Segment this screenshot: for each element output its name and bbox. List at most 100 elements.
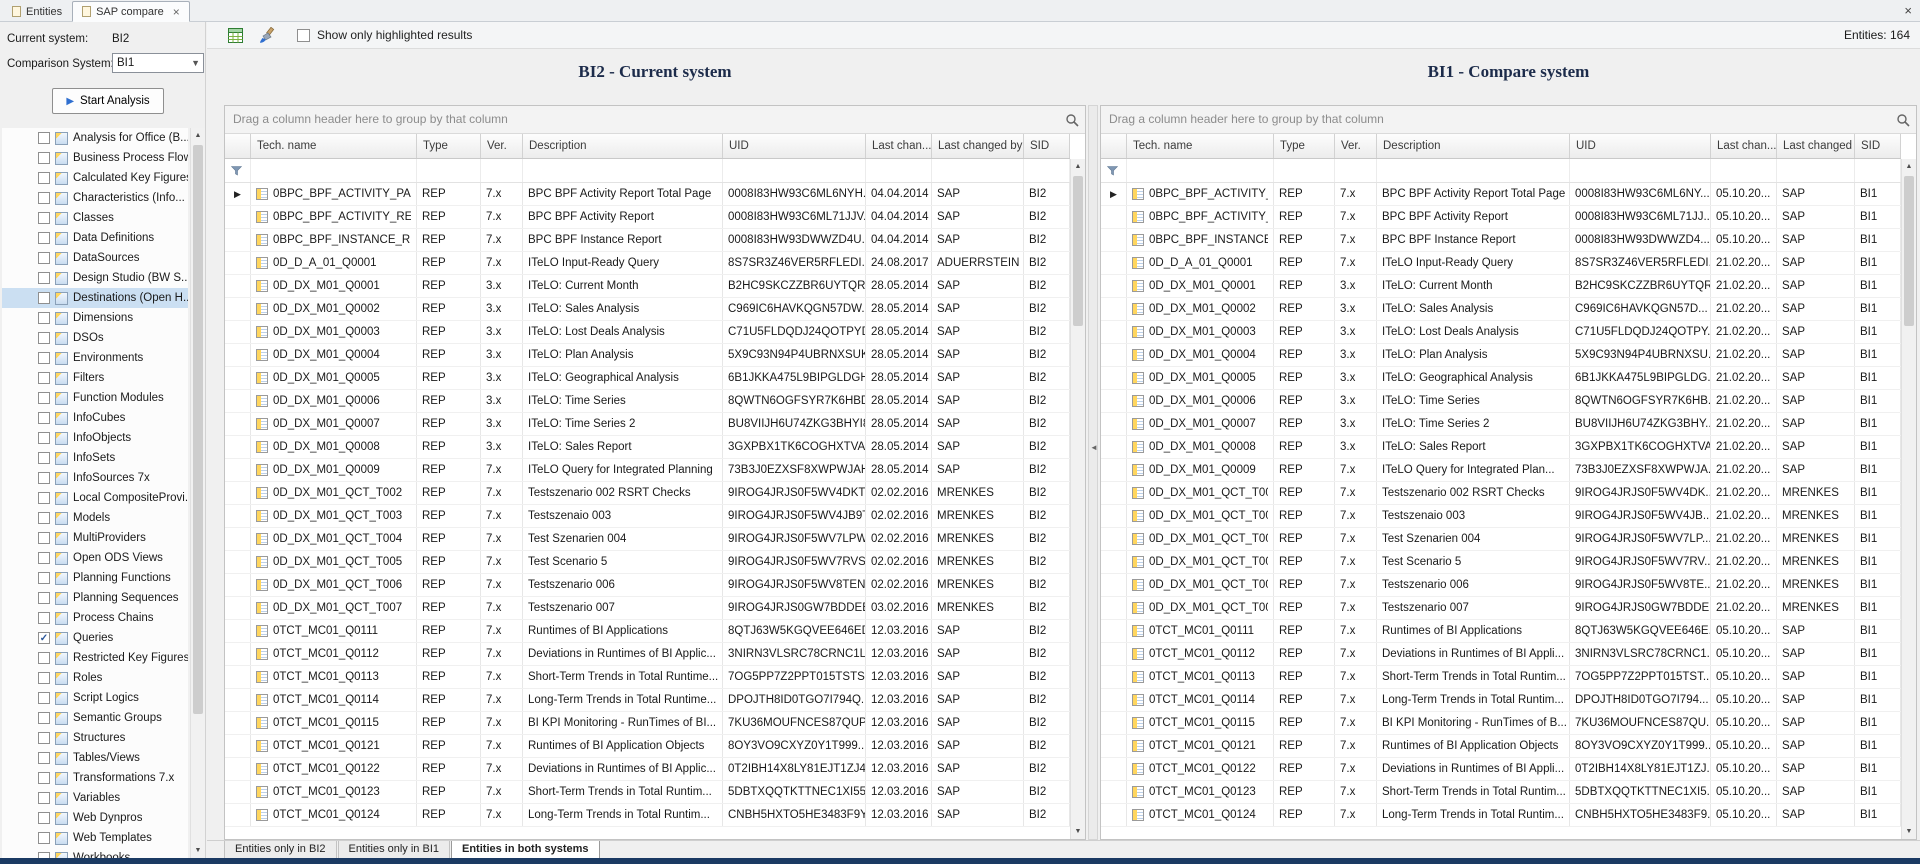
collapse-arrow-icon[interactable]: ◄	[1090, 443, 1098, 452]
table-row[interactable]: 0D_DX_M01_QCT_T007REP7.xTestszenario 007…	[225, 597, 1070, 620]
scroll-up-icon[interactable]: ▲	[1902, 159, 1916, 174]
tree-item-web-dynpros[interactable]: Web Dynpros	[2, 808, 188, 828]
table-row[interactable]: 0D_DX_M01_QCT_T005REP7.xTest Scenario 59…	[225, 551, 1070, 574]
tree-item-queries[interactable]: ✓Queries	[2, 628, 188, 648]
filter-cell[interactable]	[723, 159, 866, 182]
tree-item-variables[interactable]: Variables	[2, 788, 188, 808]
table-row[interactable]: 0D_DX_M01_QCT_T005REP7.xTest Scenario 59…	[1101, 551, 1901, 574]
tree-item-characteristics-info[interactable]: Characteristics (Info...	[2, 188, 188, 208]
tree-item-workbooks[interactable]: Workbooks	[2, 848, 188, 858]
checkbox[interactable]	[38, 192, 50, 204]
table-row[interactable]: 0TCT_MC01_Q0115REP7.xBI KPI Monitoring -…	[225, 712, 1070, 735]
tab-entities[interactable]: Entities	[2, 1, 72, 22]
tree-item-planning-sequences[interactable]: Planning Sequences	[2, 588, 188, 608]
scroll-up-icon[interactable]: ▲	[1071, 159, 1085, 174]
checkbox[interactable]	[38, 452, 50, 464]
show-only-highlighted-checkbox[interactable]	[297, 29, 310, 42]
table-row[interactable]: 0D_DX_M01_QCT_T003REP7.xTestszenaio 0039…	[1101, 505, 1901, 528]
tab-entities-only-in-bi2[interactable]: Entities only in BI2	[224, 841, 337, 859]
checkbox[interactable]	[38, 392, 50, 404]
table-row[interactable]: 0TCT_MC01_Q0121REP7.xRuntimes of BI Appl…	[1101, 735, 1901, 758]
filter-cell[interactable]	[1024, 159, 1070, 182]
column-header-ver[interactable]: Ver.	[481, 134, 523, 158]
checkbox[interactable]	[38, 752, 50, 764]
scroll-down-icon[interactable]: ▼	[191, 843, 205, 858]
tab-entities-in-both-systems[interactable]: Entities in both systems	[451, 841, 600, 859]
checkbox[interactable]	[38, 212, 50, 224]
checkbox[interactable]	[38, 312, 50, 324]
table-row[interactable]: 0D_DX_M01_Q0008REP3.xITeLO: Sales Report…	[1101, 436, 1901, 459]
column-header-tech-name[interactable]: Tech. name	[1127, 134, 1274, 158]
table-row[interactable]: 0D_DX_M01_Q0003REP3.xITeLO: Lost Deals A…	[1101, 321, 1901, 344]
table-row[interactable]: 0D_DX_M01_QCT_T006REP7.xTestszenario 006…	[225, 574, 1070, 597]
filter-cell[interactable]	[1570, 159, 1711, 182]
table-row[interactable]: 0TCT_MC01_Q0121REP7.xRuntimes of BI Appl…	[225, 735, 1070, 758]
checkbox[interactable]	[38, 232, 50, 244]
tree-item-infoobjects[interactable]: InfoObjects	[2, 428, 188, 448]
filter-cell[interactable]	[1777, 159, 1855, 182]
close-icon[interactable]: ×	[173, 5, 180, 19]
filter-cell[interactable]	[1855, 159, 1901, 182]
tree-item-local-compositeprovi[interactable]: Local CompositeProvi...	[2, 488, 188, 508]
table-row[interactable]: 0D_DX_M01_QCT_T004REP7.xTest Szenarien 0…	[1101, 528, 1901, 551]
table-row[interactable]: 0D_DX_M01_Q0009REP7.xITeLO Query for Int…	[225, 459, 1070, 482]
table-row[interactable]: 0TCT_MC01_Q0113REP7.xShort-Term Trends i…	[225, 666, 1070, 689]
export-icon[interactable]	[227, 27, 244, 44]
column-header-uid[interactable]: UID	[723, 134, 866, 158]
highlight-brush-icon[interactable]	[259, 27, 276, 44]
checkbox[interactable]	[38, 292, 50, 304]
table-row[interactable]: 0TCT_MC01_Q0123REP7.xShort-Term Trends i…	[225, 781, 1070, 804]
checkbox[interactable]	[38, 492, 50, 504]
checkbox[interactable]	[38, 672, 50, 684]
column-header-type[interactable]: Type	[1274, 134, 1335, 158]
table-row[interactable]: 0BPC_BPF_INSTANCE_...REP7.xBPC BPF Insta…	[1101, 229, 1901, 252]
column-header-uid[interactable]: UID	[1570, 134, 1711, 158]
checkbox[interactable]	[38, 732, 50, 744]
table-row[interactable]: 0TCT_MC01_Q0114REP7.xLong-Term Trends in…	[225, 689, 1070, 712]
tree-item-calculated-key-figures[interactable]: Calculated Key Figures	[2, 168, 188, 188]
filter-cell[interactable]	[523, 159, 723, 182]
tree-item-infosources-7x[interactable]: InfoSources 7x	[2, 468, 188, 488]
checkbox[interactable]	[38, 332, 50, 344]
filter-cell[interactable]	[1377, 159, 1570, 182]
filter-cell[interactable]	[251, 159, 417, 182]
checkbox[interactable]	[38, 132, 50, 144]
tree-item-semantic-groups[interactable]: Semantic Groups	[2, 708, 188, 728]
tree-item-restricted-key-figures[interactable]: Restricted Key Figures	[2, 648, 188, 668]
tree-item-business-process-flows[interactable]: Business Process Flows	[2, 148, 188, 168]
checkbox[interactable]	[38, 372, 50, 384]
tab-sap-compare[interactable]: SAP compare×	[72, 1, 190, 22]
table-row[interactable]: 0TCT_MC01_Q0114REP7.xLong-Term Trends in…	[1101, 689, 1901, 712]
table-row[interactable]: 0D_DX_M01_Q0005REP3.xITeLO: Geographical…	[225, 367, 1070, 390]
table-row[interactable]: 0TCT_MC01_Q0111REP7.xRuntimes of BI Appl…	[225, 620, 1070, 643]
table-row[interactable]: 0D_DX_M01_QCT_T007REP7.xTestszenario 007…	[1101, 597, 1901, 620]
checkbox[interactable]	[38, 712, 50, 724]
column-header-last-chan[interactable]: Last chan...	[1711, 134, 1777, 158]
table-row[interactable]: 0D_DX_M01_Q0005REP3.xITeLO: Geographical…	[1101, 367, 1901, 390]
checkbox[interactable]	[38, 832, 50, 844]
table-row[interactable]: 0D_DX_M01_Q0003REP3.xITeLO: Lost Deals A…	[225, 321, 1070, 344]
table-row[interactable]: 0D_DX_M01_QCT_T003REP7.xTestszenaio 0039…	[225, 505, 1070, 528]
tree-item-web-templates[interactable]: Web Templates	[2, 828, 188, 848]
checkbox[interactable]	[38, 512, 50, 524]
comparison-system-select[interactable]: BI1 ▼	[112, 53, 204, 73]
table-row[interactable]: 0D_DX_M01_Q0006REP3.xITeLO: Time Series8…	[1101, 390, 1901, 413]
table-row[interactable]: 0D_DX_M01_Q0004REP3.xITeLO: Plan Analysi…	[1101, 344, 1901, 367]
filter-cell[interactable]	[932, 159, 1024, 182]
tree-item-roles[interactable]: Roles	[2, 668, 188, 688]
table-row[interactable]: 0BPC_BPF_INSTANCE_REPREP7.xBPC BPF Insta…	[225, 229, 1070, 252]
column-header-type[interactable]: Type	[417, 134, 481, 158]
close-icon[interactable]: ×	[1904, 3, 1912, 18]
table-row[interactable]: 0BPC_BPF_ACTIVITY_REPREP7.xBPC BPF Activ…	[1101, 206, 1901, 229]
checkbox[interactable]	[38, 152, 50, 164]
table-row[interactable]: 0D_DX_M01_QCT_T004REP7.xTest Szenarien 0…	[225, 528, 1070, 551]
scroll-thumb[interactable]	[1073, 176, 1083, 326]
filter-cell[interactable]	[1274, 159, 1335, 182]
tree-item-design-studio-bw-s[interactable]: Design Studio (BW S...	[2, 268, 188, 288]
checkbox[interactable]	[38, 692, 50, 704]
filter-cell[interactable]	[1711, 159, 1777, 182]
column-header-sid[interactable]: SID	[1024, 134, 1070, 158]
column-header-description[interactable]: Description	[1377, 134, 1570, 158]
tree-item-environments[interactable]: Environments	[2, 348, 188, 368]
tree-item-multiproviders[interactable]: MultiProviders	[2, 528, 188, 548]
